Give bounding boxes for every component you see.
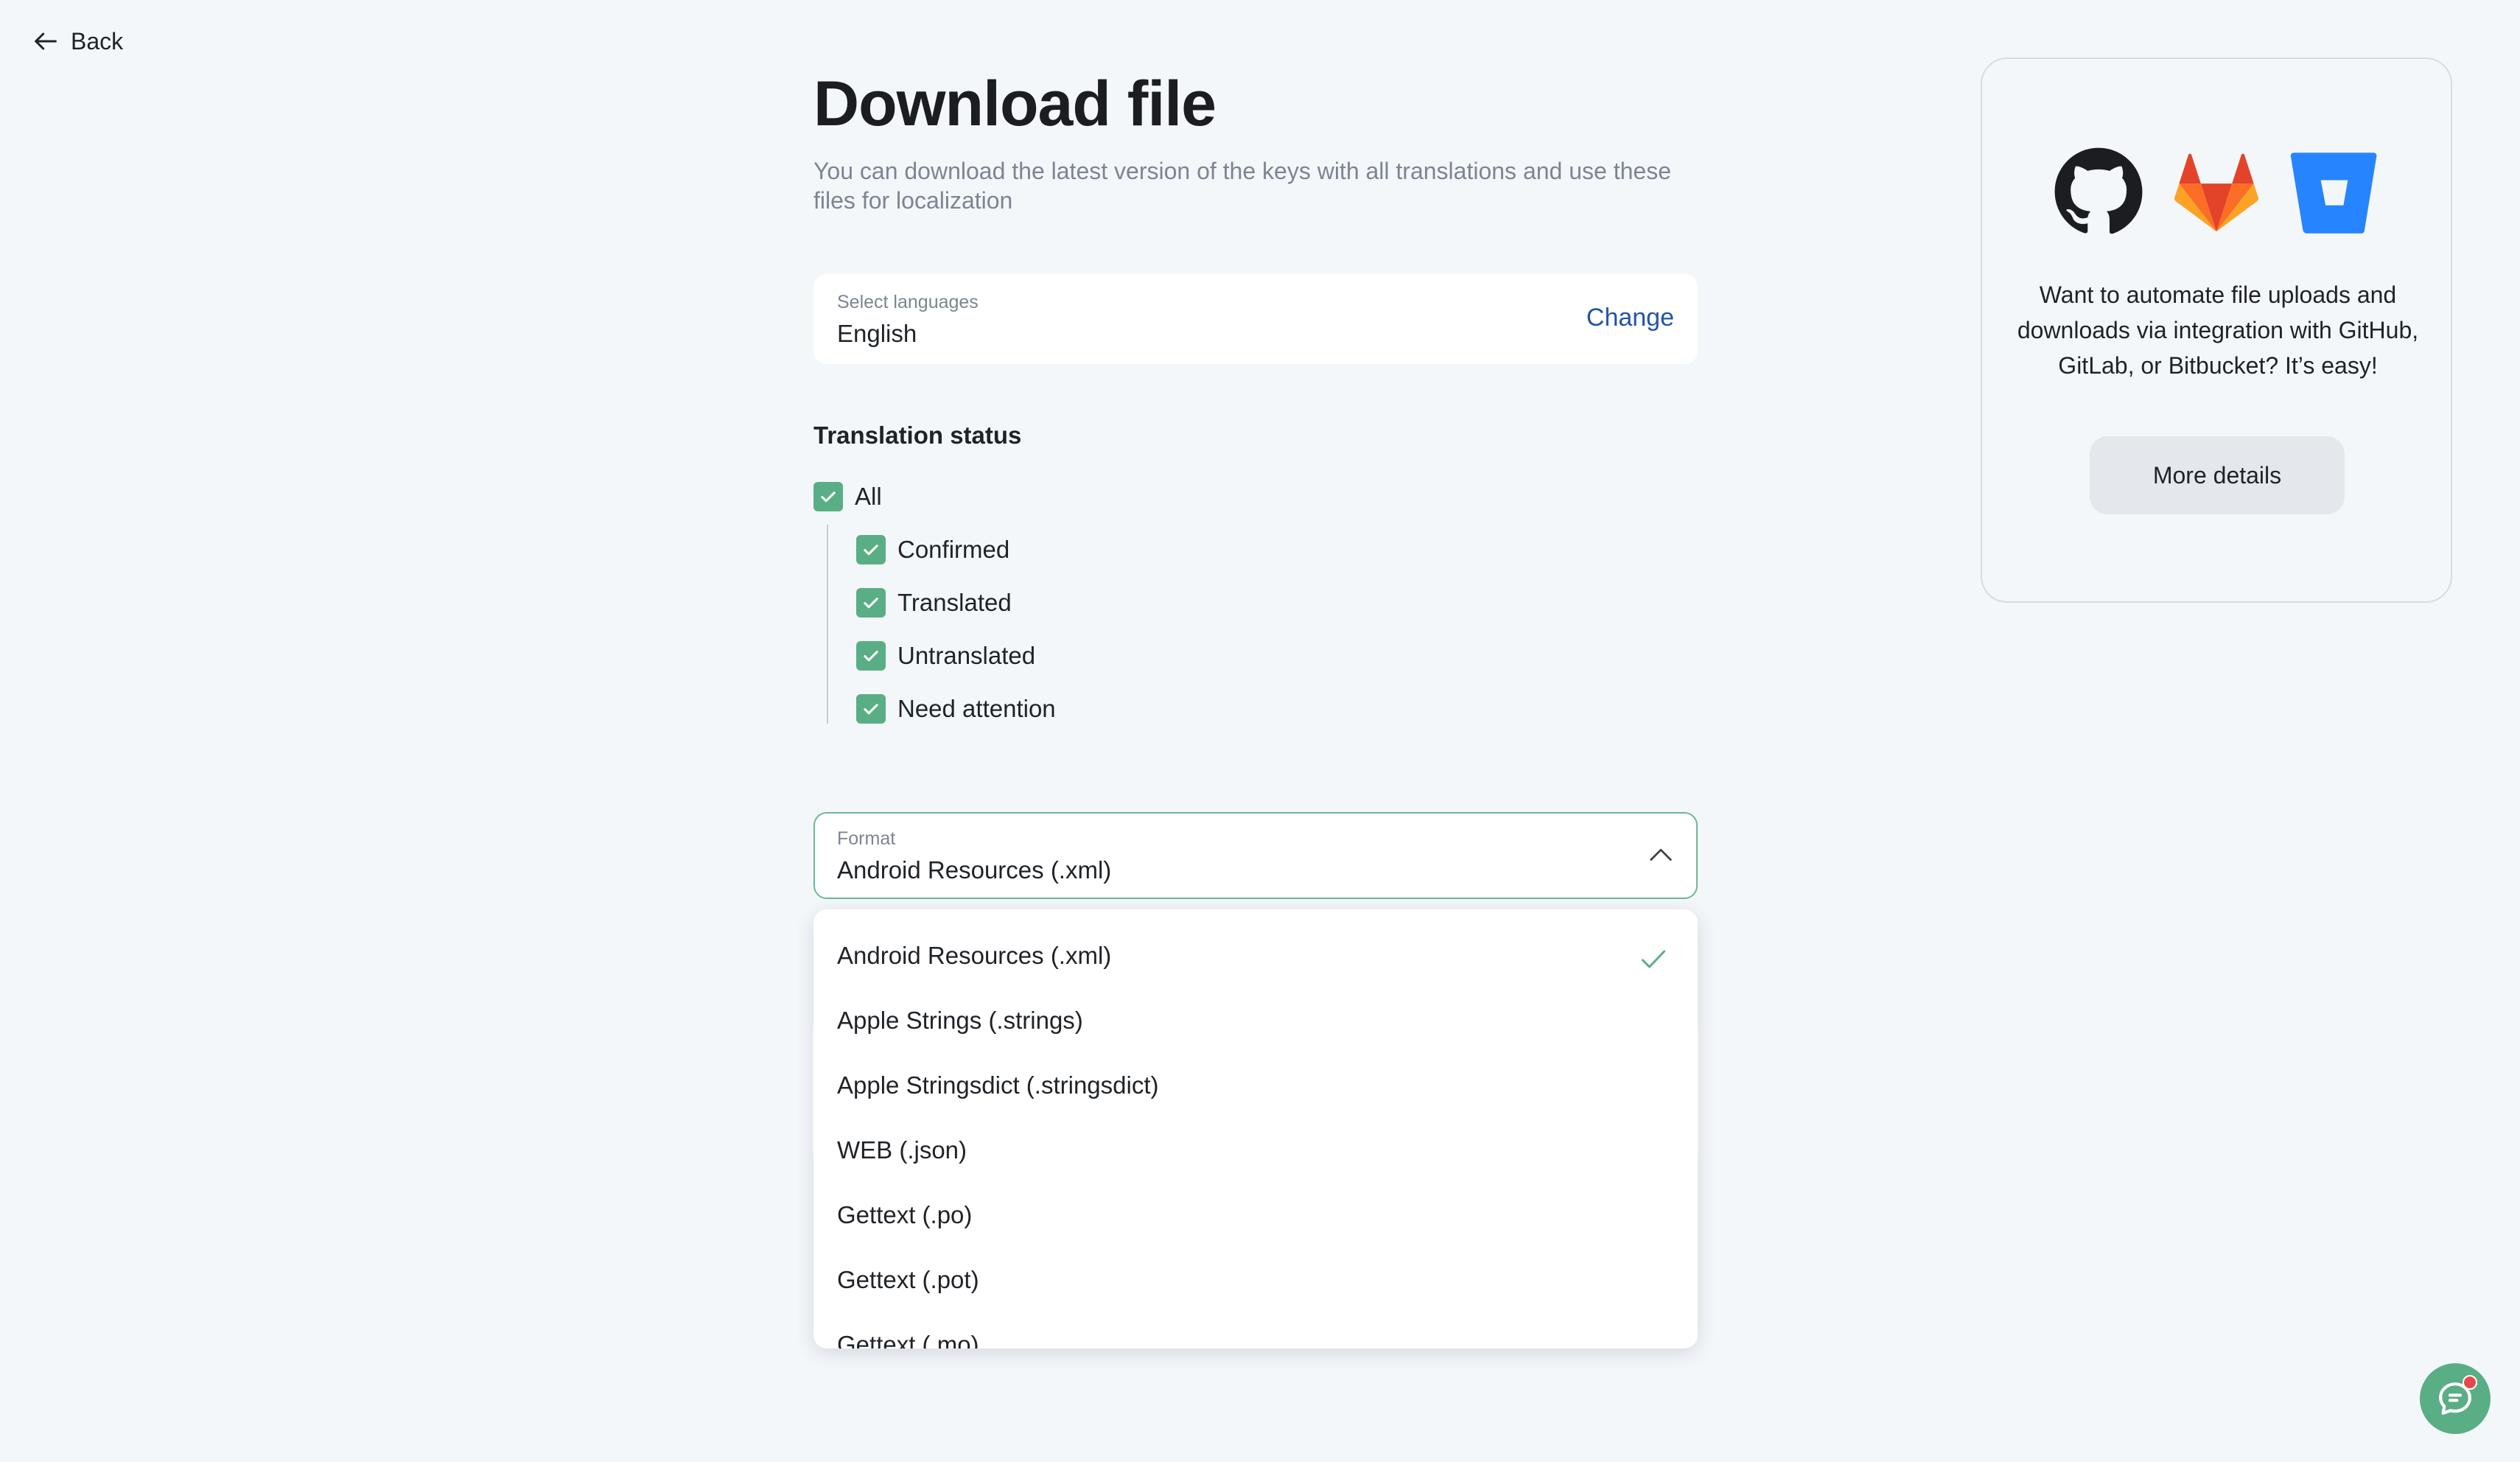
arrow-left-icon	[35, 32, 57, 50]
check-icon	[864, 704, 878, 715]
checkbox-label: Confirmed	[897, 536, 1010, 563]
checkbox[interactable]	[813, 482, 843, 511]
check-icon	[821, 492, 836, 503]
format-option[interactable]: Gettext (.mo)	[837, 1331, 979, 1349]
format-option[interactable]: Apple Strings (.strings)	[837, 1007, 1083, 1035]
checkbox[interactable]	[856, 535, 886, 564]
checkbox-confirmed[interactable]: Confirmed	[856, 535, 1009, 564]
format-option[interactable]: Android Resources (.xml)	[837, 942, 1111, 970]
tree-connector	[827, 525, 828, 724]
format-option[interactable]: Apple Stringsdict (.stringsdict)	[837, 1071, 1159, 1099]
bitbucket-icon	[2289, 146, 2380, 237]
checkbox-label: Untranslated	[897, 642, 1036, 669]
checkbox-label: Translated	[897, 589, 1012, 616]
checkbox-translated[interactable]: Translated	[856, 588, 1012, 618]
checkbox-need-attention[interactable]: Need attention	[856, 694, 1056, 724]
checkbox[interactable]	[856, 694, 886, 724]
format-option[interactable]: Gettext (.po)	[837, 1201, 972, 1229]
format-label: Format	[837, 828, 896, 849]
check-icon	[864, 545, 878, 556]
checkbox-all[interactable]: All	[813, 482, 882, 511]
back-label: Back	[71, 27, 124, 55]
integration-text: Want to automate file uploads and downlo…	[2017, 281, 2419, 379]
language-label: Select languages	[837, 292, 979, 312]
github-icon	[2053, 146, 2144, 237]
chat-button[interactable]	[2420, 1363, 2491, 1434]
integration-logos	[1982, 146, 2451, 237]
gitlab-icon	[2171, 146, 2262, 237]
check-icon	[864, 651, 878, 662]
change-language-link[interactable]: Change	[1586, 304, 1674, 332]
integration-card: Want to automate file uploads and downlo…	[1981, 57, 2452, 603]
back-button[interactable]: Back	[31, 27, 123, 56]
format-select[interactable]: Format Android Resources (.xml)	[813, 812, 1698, 899]
selected-check-icon	[1641, 950, 1666, 968]
format-option[interactable]: WEB (.json)	[837, 1136, 967, 1164]
more-details-button[interactable]: More details	[2090, 436, 2345, 514]
notification-dot	[2463, 1375, 2477, 1390]
format-dropdown-menu: Android Resources (.xml) Apple Strings (…	[813, 909, 1698, 1349]
checkbox[interactable]	[856, 588, 886, 618]
format-value: Android Resources (.xml)	[837, 856, 1112, 884]
page-subtitle: You can download the latest version of t…	[813, 158, 1671, 214]
check-icon	[864, 598, 878, 609]
checkbox-untranslated[interactable]: Untranslated	[856, 641, 1035, 671]
checkbox[interactable]	[856, 641, 886, 671]
checkbox-label: Need attention	[897, 695, 1056, 722]
translation-status-heading: Translation status	[813, 422, 1022, 449]
page-title: Download file	[813, 69, 1217, 139]
format-option[interactable]: Gettext (.pot)	[837, 1266, 979, 1294]
language-value: English	[837, 320, 917, 347]
checkbox-label: All	[855, 483, 882, 510]
chevron-up-icon	[1650, 849, 1672, 861]
language-selector: Select languages English Change	[813, 274, 1698, 364]
